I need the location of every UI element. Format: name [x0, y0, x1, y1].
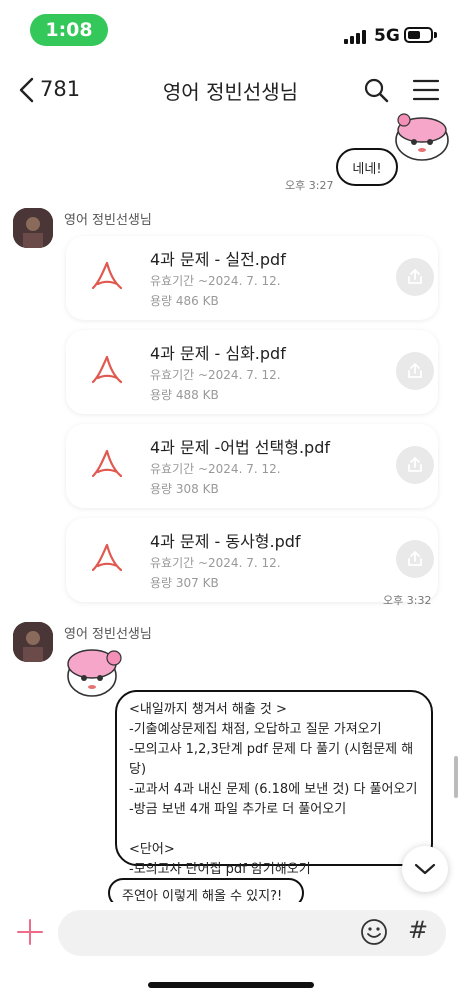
back-icon[interactable] [16, 76, 38, 104]
scroll-down-button[interactable] [402, 846, 448, 892]
file-name: 4과 문제 - 동사형.pdf [150, 532, 301, 551]
share-icon [408, 363, 422, 378]
file-size: 용량 488 KB [150, 388, 219, 402]
file-name: 4과 문제 - 실전.pdf [150, 250, 286, 269]
my-reply-text: 네네! [352, 161, 382, 177]
file-expiry: 유효기간 ~2024. 7. 12. [150, 462, 281, 476]
home-indicator [148, 982, 314, 988]
share-button[interactable] [396, 352, 434, 390]
notice-line: -기출예상문제집 채점, 오답하고 질문 가져오기 [129, 722, 382, 737]
file-group-time: 오후 3:32 [383, 594, 432, 607]
file-card[interactable]: 4과 문제 - 심화.pdf 유효기간 ~2024. 7. 12. 용량 488… [66, 330, 438, 414]
file-expiry: 유효기간 ~2024. 7. 12. [150, 274, 281, 288]
file-size: 용량 486 KB [150, 294, 219, 308]
sender-name: 영어 정빈선생님 [64, 213, 152, 228]
pdf-icon [91, 261, 123, 290]
share-icon [408, 551, 422, 566]
search-icon[interactable] [362, 76, 390, 104]
notice-line [129, 820, 419, 840]
status-bar: 1:08 5G [0, 0, 461, 56]
battery-tip [434, 32, 437, 38]
notice-line: <내일까지 챙겨서 해출 것 > [129, 702, 287, 717]
hash-icon[interactable]: # [408, 916, 428, 944]
file-card[interactable]: 4과 문제 - 실전.pdf 유효기간 ~2024. 7. 12. 용량 486… [66, 236, 438, 320]
file-size: 용량 307 KB [150, 576, 219, 590]
file-expiry: 유효기간 ~2024. 7. 12. [150, 556, 281, 570]
file-size: 용량 308 KB [150, 482, 219, 496]
notice-bubble: <내일까지 챙겨서 해출 것 > -기출예상문제집 채점, 오답하고 질문 가져… [115, 690, 433, 877]
notice-line: -모의고사 단어집 pdf 암기해오기 [129, 862, 311, 877]
file-card[interactable]: 4과 문제 -어법 선택형.pdf 유효기간 ~2024. 7. 12. 용량 … [66, 424, 438, 508]
notice-line: <단어> [129, 842, 175, 857]
file-name: 4과 문제 - 심화.pdf [150, 344, 286, 363]
battery-icon [404, 27, 433, 43]
sticker-character [67, 649, 122, 697]
plus-icon[interactable] [14, 916, 46, 948]
share-button[interactable] [396, 446, 434, 484]
menu-icon[interactable] [412, 78, 440, 102]
notice-line: -방금 보낸 4개 파일 추가로 더 풀어오기 [129, 802, 347, 817]
file-expiry: 유효기간 ~2024. 7. 12. [150, 368, 281, 382]
my-reply-time: 오후 3:27 [285, 179, 334, 192]
pdf-icon [91, 355, 123, 384]
avatar[interactable] [13, 622, 53, 662]
share-icon [408, 269, 422, 284]
my-reply-bubble: 네네! [336, 148, 398, 186]
share-button[interactable] [396, 258, 434, 296]
share-button[interactable] [396, 540, 434, 578]
notice-line: 당) [129, 762, 147, 777]
status-time: 1:08 [30, 14, 108, 46]
notice-line: -모의고사 1,2,3단계 pdf 문제 다 풀기 (시험문제 해 [129, 742, 414, 757]
input-bar: # [0, 902, 461, 966]
file-card[interactable]: 4과 문제 - 동사형.pdf 유효기간 ~2024. 7. 12. 용량 30… [66, 518, 438, 602]
pdf-icon [91, 449, 123, 478]
sender-name: 영어 정빈선생님 [64, 627, 152, 642]
share-icon [408, 457, 422, 472]
scrollbar[interactable] [454, 756, 458, 798]
network-label: 5G [374, 26, 400, 46]
chevron-down-icon [414, 863, 436, 875]
pdf-icon [91, 543, 123, 572]
signal-icon [344, 30, 366, 44]
file-name: 4과 문제 -어법 선택형.pdf [150, 438, 331, 457]
avatar[interactable] [13, 208, 53, 248]
emoji-icon[interactable] [360, 918, 388, 946]
back-count[interactable]: 781 [40, 77, 80, 101]
notice-line: -교과서 4과 내신 문제 (6.18에 보낸 것) 다 풀어오기 [129, 782, 418, 797]
